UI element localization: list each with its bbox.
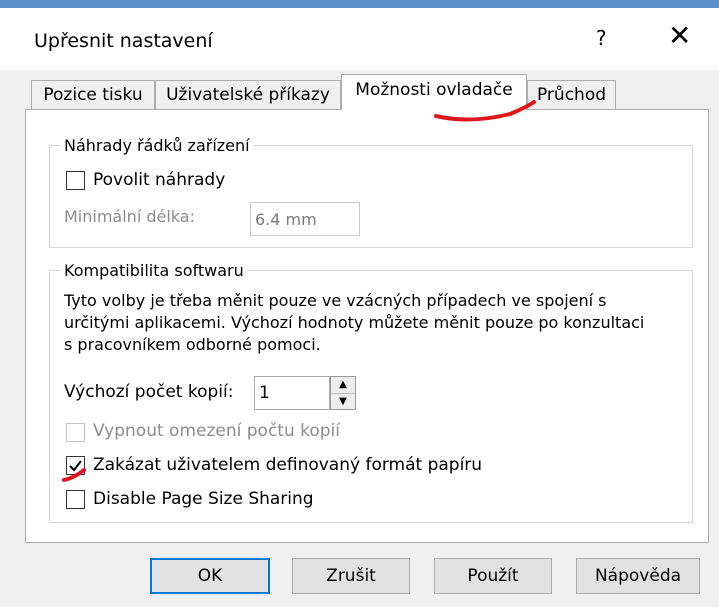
spin-up-icon[interactable]: ▲: [331, 377, 355, 394]
title-bar: Upřesnit nastavení ? ✕: [0, 8, 719, 70]
background-window-strip: [0, 0, 719, 8]
annotation-underline-mark: [434, 100, 536, 122]
copies-spinner[interactable]: ▲ ▼: [330, 376, 356, 410]
info-line: Tyto volby je třeba měnit pouze ve vzácn…: [64, 291, 607, 310]
info-line: s pracovníkem odborné pomoci.: [64, 335, 321, 354]
disable-copy-limit-label: Vypnout omezení počtu kopií: [93, 421, 341, 441]
line-replacement-group: Náhrady řádků zařízení: [49, 136, 693, 248]
info-line: určitými aplikacemi. Výchozí hodnoty můž…: [64, 313, 645, 332]
enable-replacement-checkbox[interactable]: [66, 171, 85, 190]
tab-passthrough[interactable]: Průchod: [527, 80, 616, 109]
tab-user-commands[interactable]: Uživatelské příkazy: [155, 80, 341, 109]
disable-copy-limit-checkbox: [66, 423, 85, 442]
dialog-title: Upřesnit nastavení: [34, 30, 213, 52]
apply-button[interactable]: Použít: [434, 558, 552, 594]
compatibility-legend: Kompatibilita softwaru: [64, 261, 244, 280]
compatibility-info-text: Tyto volby je třeba měnit pouze ve vzácn…: [64, 290, 684, 356]
tab-print-position[interactable]: Pozice tisku: [31, 80, 155, 109]
disable-user-paper-label: Zakázat uživatelem definovaný formát pap…: [93, 455, 483, 475]
min-length-label: Minimální délka:: [64, 207, 195, 226]
line-replacement-legend: Náhrady řádků zařízení: [64, 136, 250, 155]
spin-down-icon[interactable]: ▼: [331, 394, 355, 410]
disable-page-size-sharing-label: Disable Page Size Sharing: [93, 489, 314, 509]
default-copies-input[interactable]: 1: [254, 376, 330, 410]
ok-button[interactable]: OK: [150, 558, 270, 594]
disable-page-size-sharing-checkbox[interactable]: [66, 490, 85, 509]
annotation-check-mark: [62, 468, 86, 482]
help-button[interactable]: Nápověda: [576, 558, 700, 594]
help-title-button[interactable]: ?: [596, 26, 607, 50]
min-length-field: 6.4 mm: [250, 202, 360, 236]
default-copies-label: Výchozí počet kopií:: [64, 382, 234, 402]
cancel-button[interactable]: Zrušit: [292, 558, 410, 594]
enable-replacement-label: Povolit náhrady: [93, 170, 226, 190]
close-icon[interactable]: ✕: [668, 20, 691, 52]
